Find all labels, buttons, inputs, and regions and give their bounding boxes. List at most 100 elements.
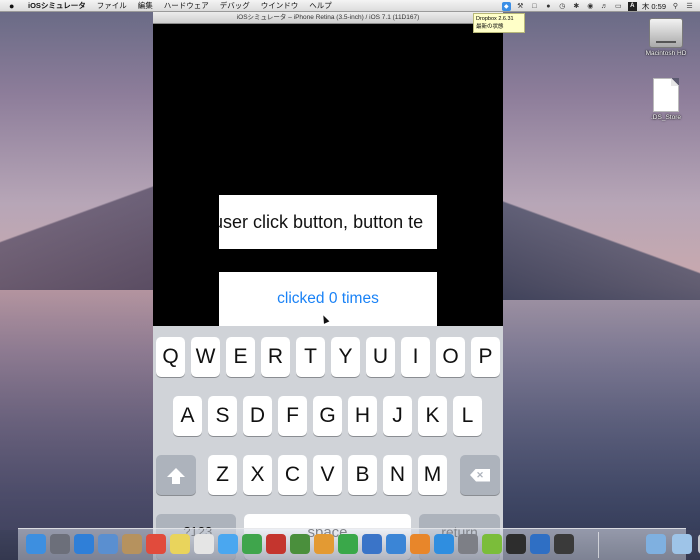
numbers-icon[interactable] — [338, 534, 358, 554]
menu-debug[interactable]: デバッグ — [220, 0, 250, 11]
spotlight-search-icon[interactable]: ⚲ — [671, 2, 680, 11]
facetime-icon[interactable] — [242, 534, 262, 554]
messages-icon[interactable] — [218, 534, 238, 554]
key-b[interactable]: B — [348, 455, 377, 495]
dropbox-tooltip-status: 最新の状態 — [476, 24, 504, 30]
onscreen-keyboard: Q W E R T Y U I O P A S D F G H J K L Z … — [153, 326, 503, 560]
ios-simulator-icon[interactable] — [554, 534, 574, 554]
shift-stem-icon — [172, 477, 180, 484]
notification-center-icon[interactable]: ☰ — [685, 2, 694, 11]
key-o[interactable]: O — [436, 337, 465, 377]
dropbox-tooltip-version: Dropbox 2.6.31 — [476, 16, 514, 22]
launchpad-icon[interactable] — [50, 534, 70, 554]
desktop-icon-macintosh-hd[interactable]: Macintosh HD — [636, 18, 696, 57]
key-j[interactable]: J — [383, 396, 412, 436]
key-v[interactable]: V — [313, 455, 342, 495]
tools-icon[interactable]: ⚒ — [516, 2, 525, 11]
key-x[interactable]: X — [243, 455, 272, 495]
backspace-key[interactable]: ✕ — [460, 455, 500, 495]
desktop-icon-ds-store[interactable]: .DS_Store — [636, 78, 696, 121]
desktop-icon-label: Macintosh HD — [645, 50, 687, 57]
input-method-icon[interactable]: A — [627, 1, 637, 11]
backspace-icon: ✕ — [470, 468, 490, 482]
key-d[interactable]: D — [243, 396, 272, 436]
wallpaper-mountain-left — [0, 170, 160, 290]
key-r[interactable]: R — [261, 337, 290, 377]
photobooth-icon[interactable] — [266, 534, 286, 554]
key-s[interactable]: S — [208, 396, 237, 436]
appstore-icon[interactable] — [434, 534, 454, 554]
notes-icon[interactable] — [170, 534, 190, 554]
key-h[interactable]: H — [348, 396, 377, 436]
dropbox-icon[interactable]: ◆ — [501, 1, 511, 11]
key-a[interactable]: A — [173, 396, 202, 436]
key-e[interactable]: E — [226, 337, 255, 377]
menu-window[interactable]: ウインドウ — [261, 0, 299, 11]
wallpaper-lake-right — [503, 300, 700, 530]
menu-edit[interactable]: 編集 — [138, 0, 153, 11]
iphoto-icon[interactable] — [290, 534, 310, 554]
document-icon — [653, 78, 679, 112]
finder-icon[interactable] — [26, 534, 46, 554]
key-f[interactable]: F — [278, 396, 307, 436]
key-n[interactable]: N — [383, 455, 412, 495]
volume-icon[interactable]: ♬ — [600, 2, 609, 11]
key-k[interactable]: K — [418, 396, 447, 436]
menu-clock[interactable]: 木 0:59 — [642, 1, 666, 12]
text-field[interactable]: user click button, button te — [219, 195, 437, 249]
safari-icon[interactable] — [74, 534, 94, 554]
key-y[interactable]: Y — [331, 337, 360, 377]
bluetooth-icon[interactable]: ✱ — [572, 2, 581, 11]
mail-icon[interactable] — [98, 534, 118, 554]
xcode-icon[interactable] — [530, 534, 550, 554]
shift-key[interactable] — [156, 455, 196, 495]
dock-separator — [598, 532, 599, 558]
key-g[interactable]: G — [313, 396, 342, 436]
downloads-folder-icon[interactable] — [646, 534, 666, 554]
desktop-icon-label: .DS_Store — [651, 114, 681, 121]
wallpaper-lake-left — [0, 290, 153, 530]
calendar-icon[interactable] — [146, 534, 166, 554]
dropbox-tooltip: Dropbox 2.6.31 最新の状態 — [473, 13, 525, 33]
key-i[interactable]: I — [401, 337, 430, 377]
itunes-icon[interactable] — [386, 534, 406, 554]
text-field-value: user click button, button te — [219, 211, 424, 232]
key-z[interactable]: Z — [208, 455, 237, 495]
ibooks-icon[interactable] — [410, 534, 430, 554]
key-u[interactable]: U — [366, 337, 395, 377]
reminders-icon[interactable] — [194, 534, 214, 554]
evernote-icon[interactable]: ● — [544, 2, 553, 11]
key-l[interactable]: L — [453, 396, 482, 436]
key-m[interactable]: M — [418, 455, 447, 495]
menu-hardware[interactable]: ハードウェア — [164, 0, 209, 11]
key-w[interactable]: W — [191, 337, 220, 377]
key-q[interactable]: Q — [156, 337, 185, 377]
key-c[interactable]: C — [278, 455, 307, 495]
wifi-icon[interactable]: ◉ — [586, 2, 595, 11]
keynote-icon[interactable] — [362, 534, 382, 554]
console-icon[interactable] — [506, 534, 526, 554]
textwrangler-icon[interactable] — [482, 534, 502, 554]
status-area: ◆ ⚒ □ ● ◷ ✱ ◉ ♬ ▭ A 木 0:59 ⚲ ☰ — [501, 0, 694, 12]
battery-icon[interactable]: ▭ — [614, 2, 623, 11]
simulator-screen: user click button, button te clicked 0 t… — [153, 24, 503, 560]
window-icon[interactable]: □ — [530, 2, 539, 11]
contacts-icon[interactable] — [122, 534, 142, 554]
preferences-icon[interactable] — [458, 534, 478, 554]
menu-bar: ● iOSシミュレータ ファイル 編集 ハードウェア デバッグ ウインドウ ヘル… — [0, 0, 700, 12]
menu-help[interactable]: ヘルプ — [309, 0, 332, 11]
key-p[interactable]: P — [471, 337, 500, 377]
app-menu[interactable]: iOSシミュレータ — [28, 0, 86, 11]
dock — [18, 528, 700, 560]
menu-file[interactable]: ファイル — [97, 0, 127, 11]
shift-arrow-icon — [167, 467, 185, 477]
documents-folder-icon[interactable] — [672, 534, 692, 554]
wallpaper-mountain-right — [500, 190, 700, 300]
click-counter-label: clicked 0 times — [277, 290, 379, 307]
simulator-window-title[interactable]: iOSシミュレータ – iPhone Retina (3.5-inch) / i… — [153, 12, 503, 24]
simulator-window: iOSシミュレータ – iPhone Retina (3.5-inch) / i… — [153, 12, 503, 560]
pages-icon[interactable] — [314, 534, 334, 554]
key-t[interactable]: T — [296, 337, 325, 377]
time-machine-icon[interactable]: ◷ — [558, 2, 567, 11]
apple-menu-icon[interactable]: ● — [9, 0, 19, 12]
